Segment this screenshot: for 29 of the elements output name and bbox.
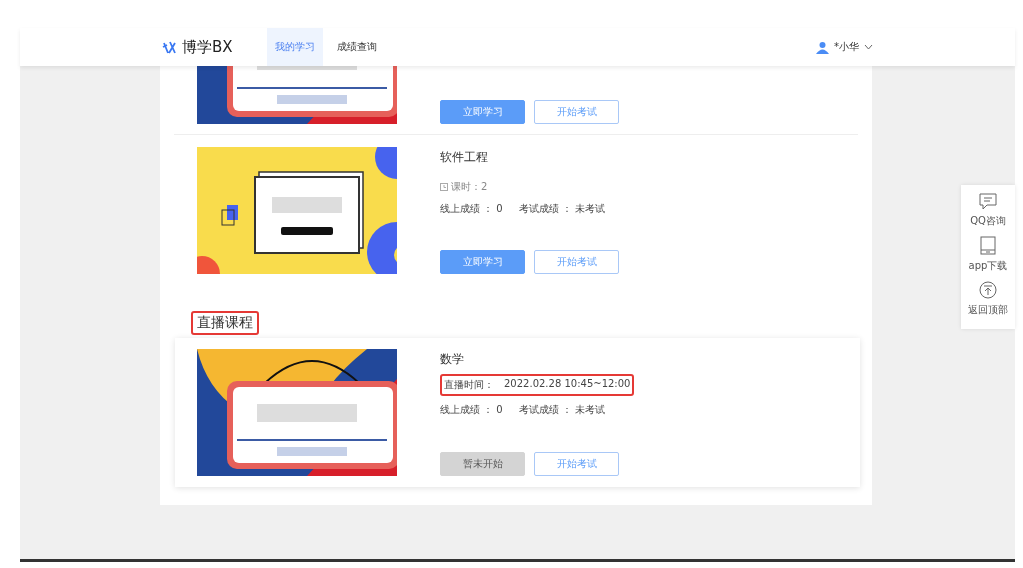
start-exam-button[interactable]: 开始考试 <box>534 250 619 274</box>
tool-label[interactable]: QQ咨询 <box>970 214 1006 228</box>
live-time: 2022.02.28 10:45~12:00 <box>504 378 631 391</box>
tablet-icon <box>980 236 996 255</box>
user-name: *小华 <box>834 40 859 54</box>
logo-text: 博学BX <box>182 37 233 57</box>
course-hours: 课时：2 <box>451 180 488 194</box>
start-exam-button[interactable]: 开始考试 <box>534 100 619 124</box>
tool-label[interactable]: app下载 <box>968 259 1008 273</box>
exam-score: 考试成绩 ： 未考试 <box>518 403 606 417</box>
avatar-icon <box>816 40 829 54</box>
course-title: 数学 <box>440 351 465 368</box>
section-title: 直播课程 <box>191 311 259 335</box>
study-button[interactable]: 立即学习 <box>440 250 525 274</box>
nav-tab[interactable]: 成绩查询 <box>328 28 385 66</box>
tool-label[interactable]: 返回顶部 <box>968 303 1008 317</box>
online-score: 线上成绩 ： 0 <box>440 403 503 417</box>
back-to-top-icon <box>979 281 997 299</box>
course-title: 软件工程 <box>440 149 489 166</box>
study-button[interactable]: 立即学习 <box>440 100 525 124</box>
start-exam-button[interactable]: 开始考试 <box>534 452 619 476</box>
live-time-label: 直播时间： <box>444 378 494 392</box>
clock-icon <box>440 183 448 191</box>
logo-icon <box>162 40 176 54</box>
chevron-down-icon[interactable] <box>864 44 873 50</box>
online-score: 线上成绩 ： 0 <box>440 202 503 216</box>
exam-score: 考试成绩 ： 未考试 <box>518 202 606 216</box>
nav-tab[interactable]: 我的学习 <box>266 28 323 66</box>
chat-icon <box>979 193 997 210</box>
